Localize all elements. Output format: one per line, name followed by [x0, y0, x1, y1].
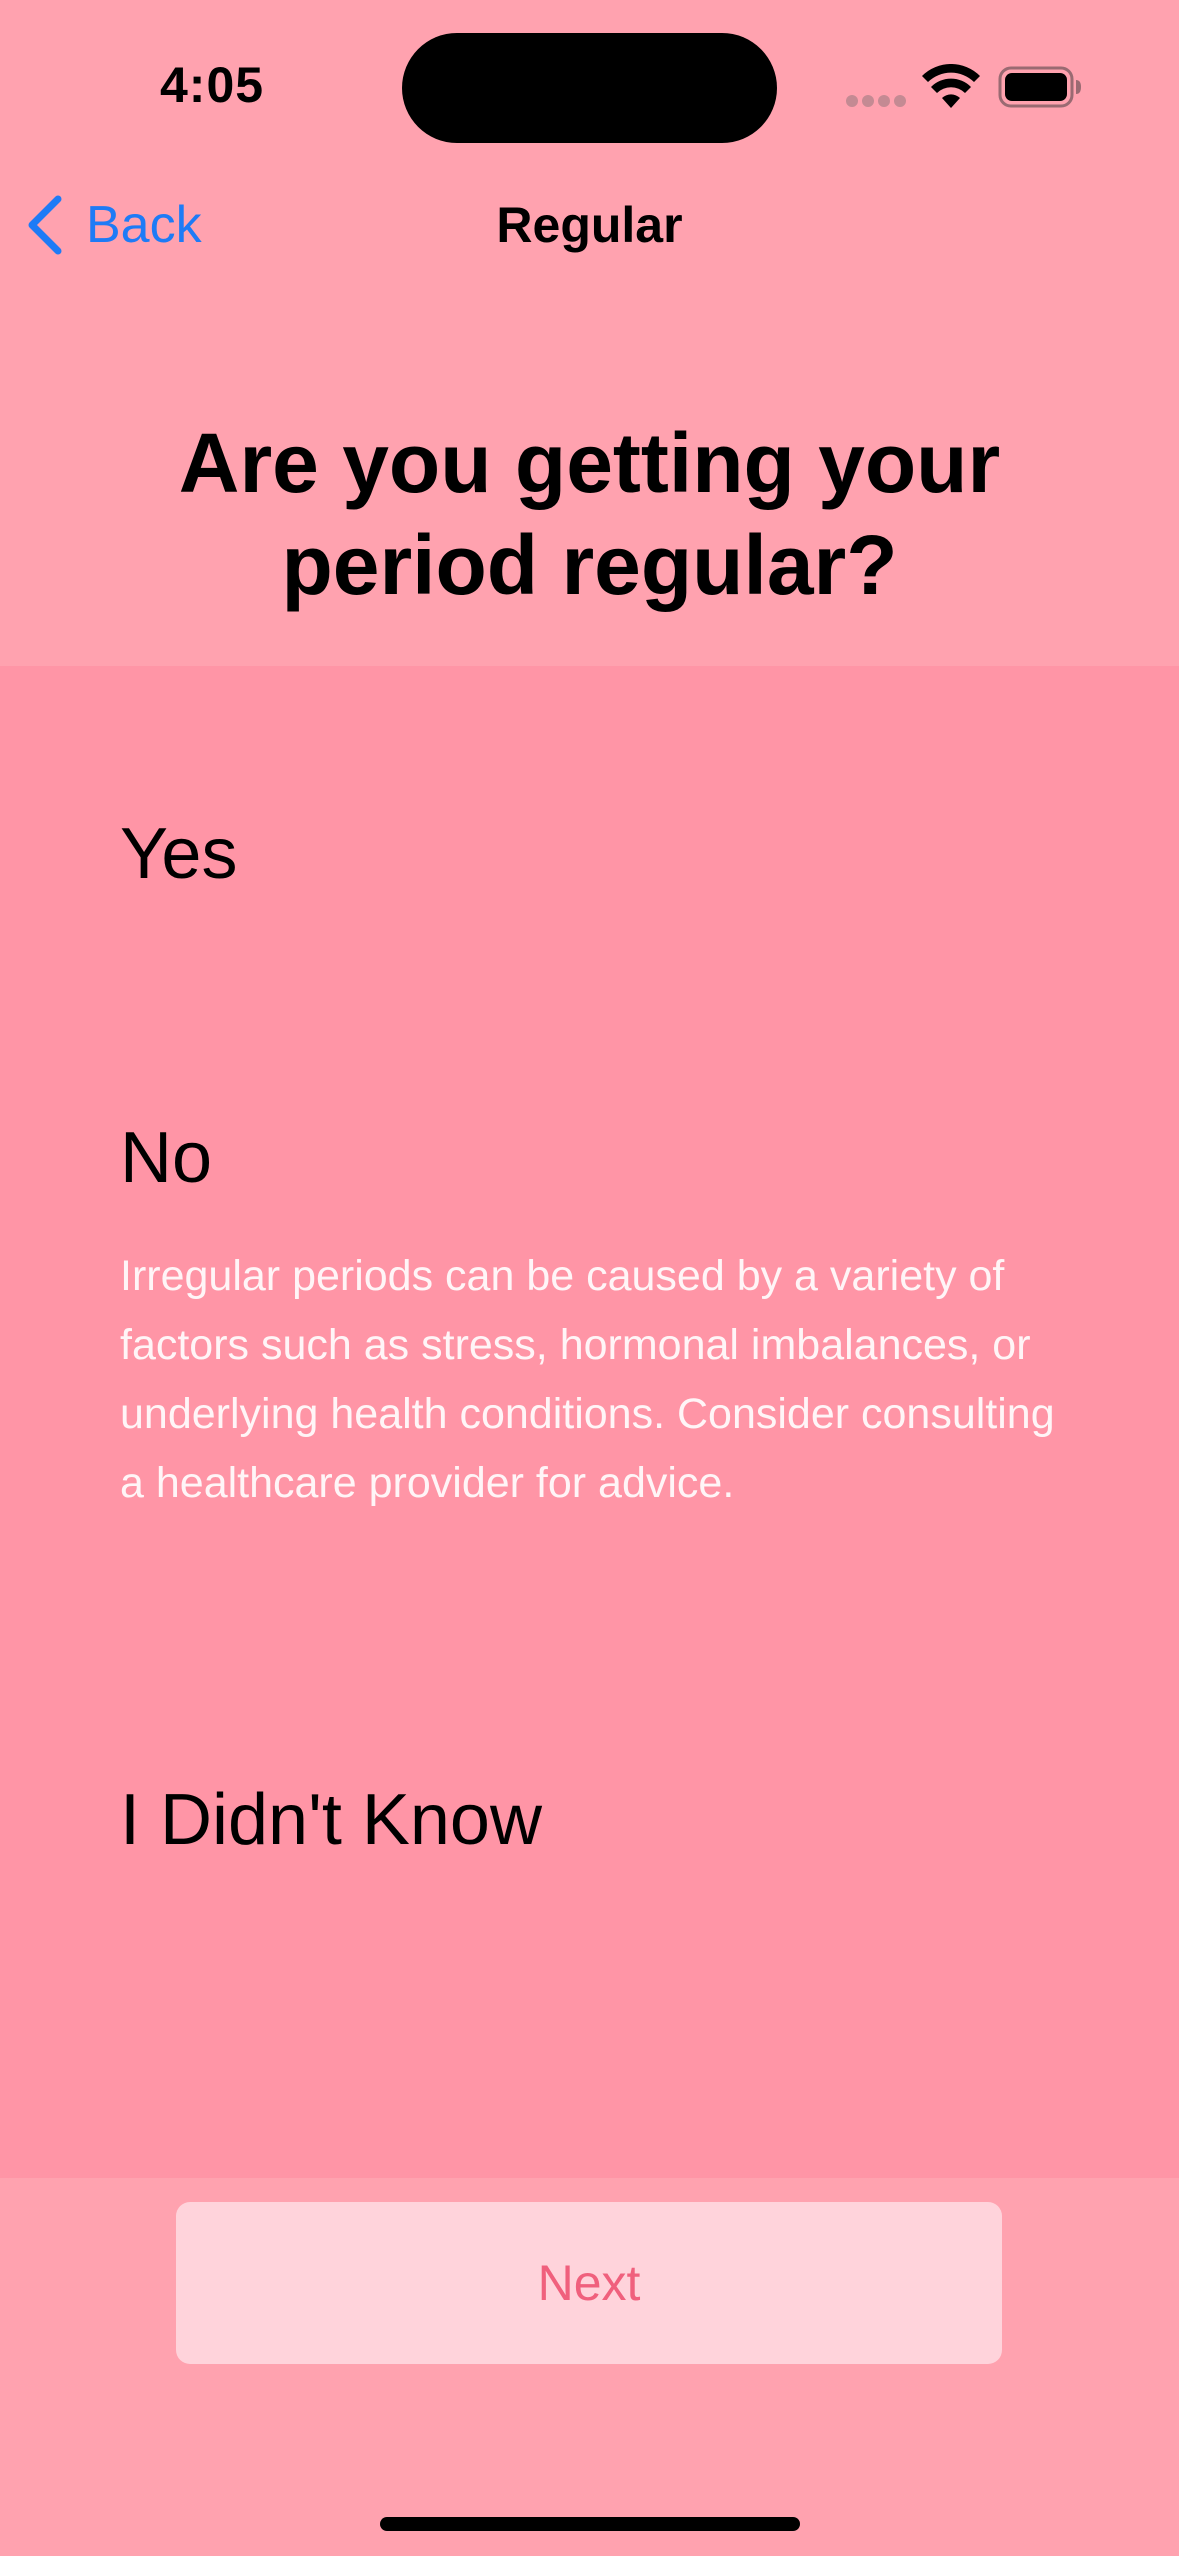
option-i-didnt-know[interactable]: I Didn't Know	[120, 1778, 1060, 1862]
battery-icon	[998, 66, 1081, 108]
nav-title: Regular	[496, 197, 683, 253]
option-label: I Didn't Know	[120, 1780, 542, 1860]
option-label: Yes	[120, 814, 238, 894]
option-description: Irregular periods can be caused by a var…	[120, 1252, 1055, 1507]
navigation-bar: Back Regular	[0, 180, 1179, 270]
next-button-label: Next	[537, 2255, 641, 2311]
option-yes[interactable]: Yes	[120, 812, 1060, 896]
status-bar: 4:05	[0, 0, 1179, 170]
home-indicator[interactable]	[380, 2517, 800, 2531]
question-title: Are you getting your period regular?	[178, 416, 1001, 612]
option-label: No	[120, 1118, 213, 1198]
cellular-signal-icon	[846, 95, 906, 107]
option-no[interactable]: No Irregular periods can be caused by a …	[120, 1116, 1060, 1518]
status-time: 4:05	[160, 57, 265, 113]
dynamic-island	[402, 33, 777, 143]
next-button[interactable]: Next	[176, 2202, 1002, 2364]
wifi-icon	[922, 64, 980, 108]
options-list: Yes No Irregular periods can be caused b…	[0, 666, 1179, 2178]
